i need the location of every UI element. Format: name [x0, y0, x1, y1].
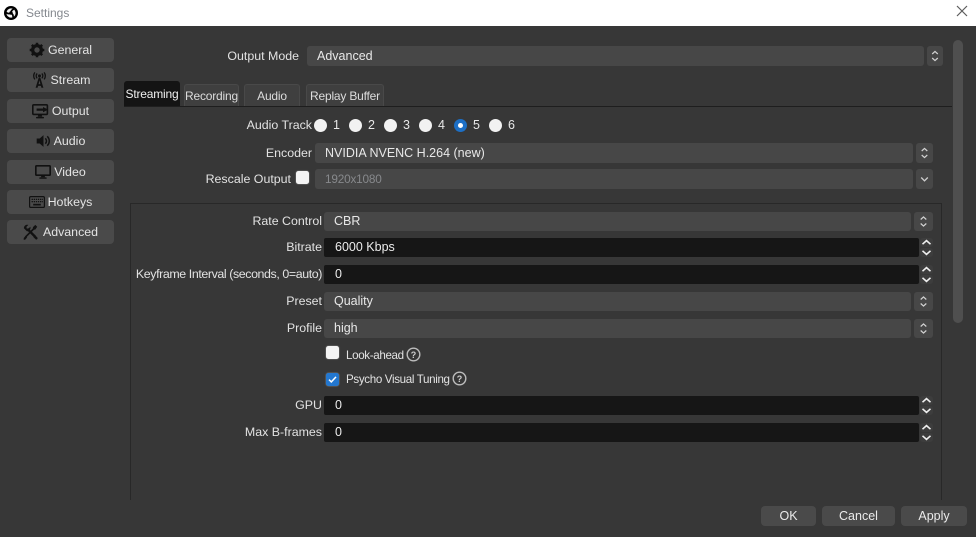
svg-text:?: ? — [411, 350, 417, 360]
svg-text:?: ? — [457, 374, 463, 384]
